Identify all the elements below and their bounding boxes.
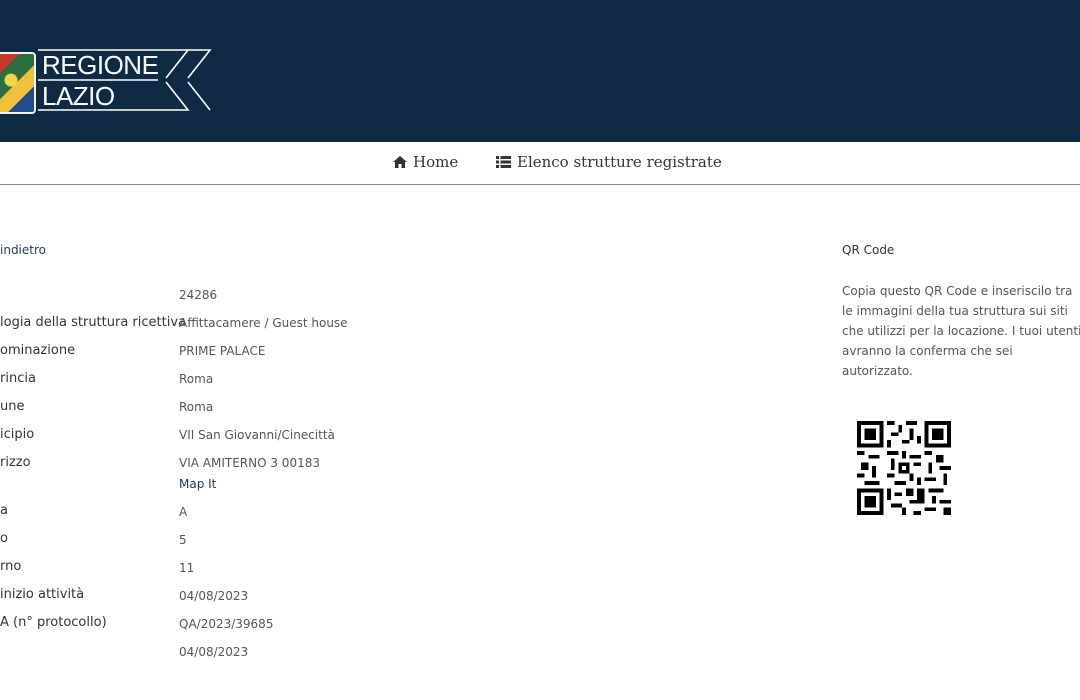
detail-value: A xyxy=(179,505,188,519)
nav-item-structures-list[interactable]: Elenco strutture registrate xyxy=(496,153,722,171)
detail-label: o xyxy=(0,531,8,546)
qr-title: QR Code xyxy=(842,243,895,257)
map-it-link[interactable]: Map It xyxy=(179,477,216,491)
detail-label: icipio xyxy=(0,427,35,442)
back-link[interactable]: indietro xyxy=(0,243,46,257)
qr-description: Copia questo QR Code e inseriscilo tra l… xyxy=(842,284,1080,378)
detail-label: une xyxy=(0,399,25,414)
logo-line-1: REGIONE xyxy=(42,50,159,80)
nav-item-label: Elenco strutture registrate xyxy=(517,153,722,171)
detail-value: 11 xyxy=(179,561,195,575)
detail-value: Roma xyxy=(179,372,214,386)
detail-value: VII San Giovanni/Cinecittà xyxy=(179,428,335,442)
detail-label: a xyxy=(0,503,8,518)
detail-value: 04/08/2023 xyxy=(179,645,249,659)
nav-item-label: Home xyxy=(413,153,459,171)
detail-label: rno xyxy=(0,559,22,574)
main-nav: Home Elenco strutture registrate xyxy=(0,142,1080,185)
detail-label: rizzo xyxy=(0,455,31,470)
detail-label: rincia xyxy=(0,371,36,386)
detail-label: ominazione xyxy=(0,343,76,358)
detail-label: A (n° protocollo) xyxy=(0,615,107,630)
detail-value: QA/2023/39685 xyxy=(179,617,274,631)
nav-item-home[interactable]: Home xyxy=(393,153,458,171)
detail-value: 5 xyxy=(179,533,187,547)
detail-value: VIA AMITERNO 3 00183 xyxy=(179,456,320,470)
detail-value: Roma xyxy=(179,400,214,414)
qr-code-icon xyxy=(857,421,951,515)
detail-value: Affittacamere / Guest house xyxy=(179,316,348,330)
logo-wordmark[interactable]: REGIONE LAZIO xyxy=(42,50,159,112)
detail-label: inizio attività xyxy=(0,587,85,602)
detail-value: 24286 xyxy=(179,288,218,302)
detail-value: PRIME PALACE xyxy=(179,344,266,358)
detail-label: logia della struttura ricettiva xyxy=(0,315,186,330)
detail-value: 04/08/2023 xyxy=(179,589,249,603)
region-emblem-icon xyxy=(0,52,36,114)
home-icon xyxy=(393,156,407,168)
logo-line-2: LAZIO xyxy=(42,81,115,111)
site-header: REGIONE LAZIO xyxy=(0,0,1080,142)
list-icon xyxy=(496,156,511,168)
